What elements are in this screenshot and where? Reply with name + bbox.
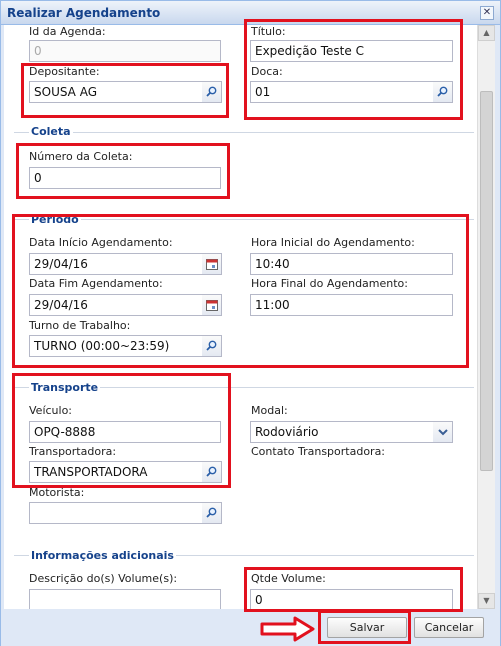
periodo-divider: [14, 219, 474, 220]
qtde-volume-label: Qtde Volume:: [251, 572, 326, 585]
magnifier-icon: [206, 466, 217, 477]
scroll-down-arrow-icon[interactable]: ▼: [478, 593, 495, 609]
modal-select[interactable]: Rodoviário: [250, 421, 434, 443]
doca-field[interactable]: 01: [250, 81, 434, 103]
transportadora-label: Transportadora:: [29, 445, 117, 458]
data-fim-calendar-button[interactable]: [202, 294, 222, 316]
transporte-legend: Transporte: [29, 381, 101, 394]
calendar-icon: [206, 259, 218, 270]
titulo-label: Título:: [251, 25, 286, 38]
dialog-footer: Salvar Cancelar: [1, 609, 500, 646]
doca-search-button[interactable]: [433, 81, 453, 103]
qtde-volume-field[interactable]: 0: [250, 589, 453, 609]
coleta-legend: Coleta: [29, 125, 73, 138]
form-body: Id da Agenda: 0 Título: Expedição Teste …: [4, 25, 477, 609]
save-button[interactable]: Salvar: [327, 617, 407, 638]
veiculo-field[interactable]: OPQ-8888: [29, 421, 221, 443]
coleta-divider: [14, 132, 474, 133]
motorista-label: Motorista:: [29, 486, 85, 499]
modal-label: Modal:: [251, 404, 288, 417]
numero-coleta-label: Número da Coleta:: [29, 150, 133, 163]
data-inicio-field[interactable]: 29/04/16: [29, 253, 203, 275]
data-fim-label: Data Fim Agendamento:: [29, 277, 163, 290]
scroll-thumb[interactable]: [480, 91, 493, 471]
id-agenda-field: 0: [29, 40, 221, 62]
descricao-volume-field[interactable]: [29, 589, 221, 609]
dialog-title: Realizar Agendamento: [7, 6, 161, 20]
calendar-icon: [206, 300, 218, 311]
hora-inicial-field[interactable]: 10:40: [250, 253, 453, 275]
depositante-label: Depositante:: [29, 65, 100, 78]
id-agenda-label: Id da Agenda:: [29, 25, 106, 38]
close-button[interactable]: ✕: [480, 6, 494, 20]
modal-dropdown-button[interactable]: [433, 421, 453, 443]
hora-inicial-label: Hora Inicial do Agendamento:: [251, 236, 415, 249]
transportadora-field[interactable]: TRANSPORTADORA: [29, 461, 203, 483]
cancel-button[interactable]: Cancelar: [414, 617, 484, 638]
data-inicio-label: Data Início Agendamento:: [29, 236, 173, 249]
descricao-volume-label: Descrição do(s) Volume(s):: [29, 572, 178, 585]
dialog-titlebar[interactable]: Realizar Agendamento ✕: [1, 1, 500, 25]
motorista-search-button[interactable]: [202, 502, 222, 524]
contato-transportadora-label: Contato Transportadora:: [251, 445, 386, 458]
magnifier-icon: [206, 86, 217, 97]
vertical-scrollbar[interactable]: ▲ ▼: [477, 25, 495, 609]
titulo-field[interactable]: Expedição Teste C: [250, 40, 453, 62]
doca-label: Doca:: [251, 65, 283, 78]
magnifier-icon: [437, 86, 448, 97]
magnifier-icon: [206, 507, 217, 518]
magnifier-icon: [206, 340, 217, 351]
hora-final-label: Hora Final do Agendamento:: [251, 277, 408, 290]
transportadora-search-button[interactable]: [202, 461, 222, 483]
turno-label: Turno de Trabalho:: [29, 319, 131, 332]
depositante-search-button[interactable]: [202, 81, 222, 103]
scroll-up-arrow-icon[interactable]: ▲: [478, 25, 495, 41]
turno-search-button[interactable]: [202, 335, 222, 357]
arrow-right-icon: [260, 616, 315, 642]
periodo-legend: Período: [29, 213, 81, 226]
veiculo-label: Veículo:: [29, 404, 73, 417]
depositante-field[interactable]: SOUSA AG: [29, 81, 203, 103]
data-fim-field[interactable]: 29/04/16: [29, 294, 203, 316]
info-legend: Informações adicionais: [29, 549, 176, 562]
numero-coleta-field[interactable]: 0: [29, 167, 221, 189]
motorista-field[interactable]: [29, 502, 203, 524]
chevron-down-icon: [438, 429, 448, 436]
hora-final-field[interactable]: 11:00: [250, 294, 453, 316]
schedule-dialog: Realizar Agendamento ✕ Id da Agenda: 0 T…: [0, 0, 501, 646]
turno-field[interactable]: TURNO (00:00~23:59): [29, 335, 203, 357]
data-inicio-calendar-button[interactable]: [202, 253, 222, 275]
